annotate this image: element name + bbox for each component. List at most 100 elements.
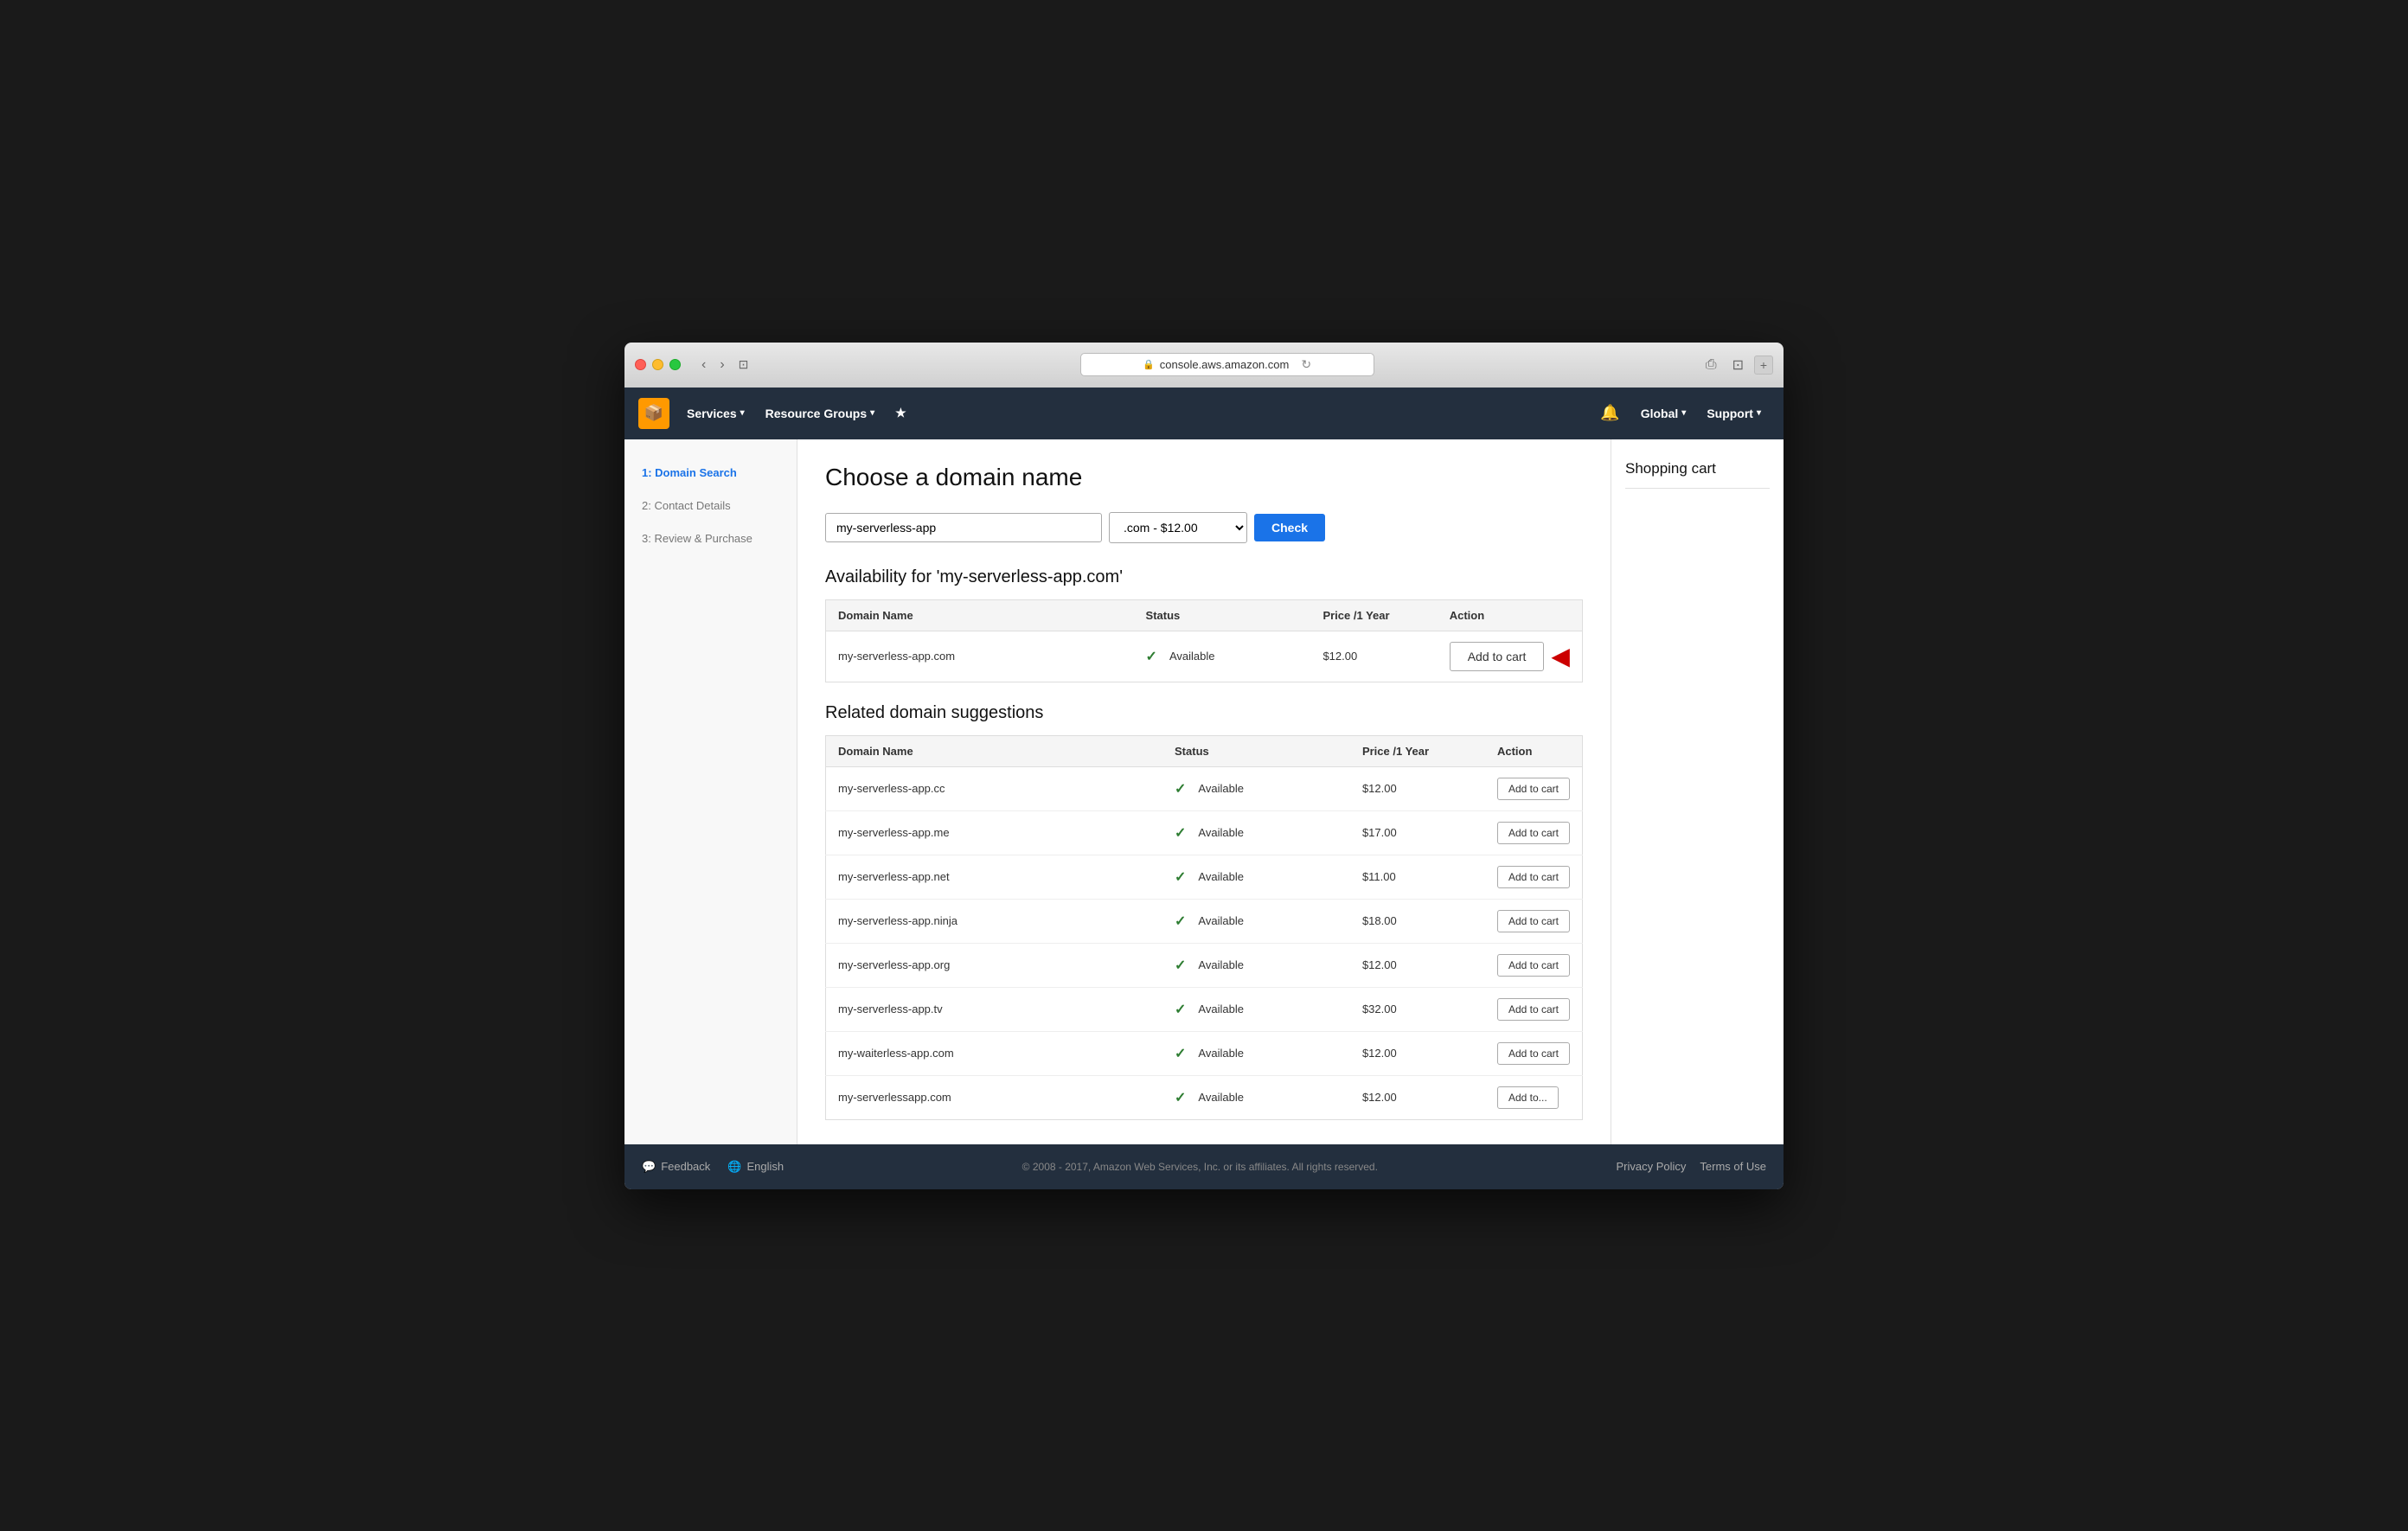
- table-row: my-waiterless-app.com ✓ Available $12.00…: [826, 1031, 1583, 1075]
- check-icon-5: ✓: [1175, 1001, 1186, 1018]
- sidebar-item-domain-search[interactable]: 1: Domain Search: [624, 457, 797, 490]
- check-icon-7: ✓: [1175, 1089, 1186, 1106]
- refresh-icon[interactable]: ↻: [1301, 357, 1311, 372]
- suggestion-domain-5: my-serverless-app.tv: [826, 987, 1163, 1031]
- globe-icon: 🌐: [727, 1160, 741, 1174]
- feedback-label: Feedback: [661, 1160, 710, 1173]
- add-to-cart-button-1[interactable]: Add to cart: [1497, 822, 1570, 844]
- sidebar-item-review-purchase[interactable]: 3: Review & Purchase: [624, 522, 797, 555]
- add-to-cart-button-4[interactable]: Add to cart: [1497, 954, 1570, 977]
- suggestion-action-3: Add to cart: [1485, 899, 1583, 943]
- services-menu[interactable]: Services ▾: [676, 388, 755, 439]
- add-to-cart-button-6[interactable]: Add to cart: [1497, 1042, 1570, 1065]
- pin-button[interactable]: ★: [885, 388, 917, 439]
- fullscreen-button[interactable]: ⊡: [1727, 355, 1749, 375]
- availability-section-title: Availability for 'my-serverless-app.com': [825, 567, 1583, 587]
- suggestion-status-0: Available: [1198, 782, 1244, 795]
- check-icon-4: ✓: [1175, 957, 1186, 974]
- table-row: my-serverlessapp.com ✓ Available $12.00 …: [826, 1075, 1583, 1119]
- check-icon: ✓: [1146, 648, 1157, 665]
- status-cell: ✓ Available: [1146, 648, 1299, 665]
- availability-table-body: my-serverless-app.com ✓ Available $12.00: [826, 631, 1583, 682]
- col-header-action: Action: [1438, 599, 1583, 631]
- suggestion-price-5: $32.00: [1350, 987, 1485, 1031]
- suggestion-action-6: Add to cart: [1485, 1031, 1583, 1075]
- availability-domain-name: my-serverless-app.com: [826, 631, 1134, 682]
- language-button[interactable]: 🌐 English: [727, 1160, 784, 1174]
- suggestion-domain-4: my-serverless-app.org: [826, 943, 1163, 987]
- suggestion-status-cell-4: ✓ Available: [1162, 943, 1350, 987]
- search-row: .com - $12.00 Check: [825, 512, 1583, 543]
- footer-left: 💬 Feedback 🌐 English: [642, 1160, 784, 1174]
- browser-actions: ⎙ ⊡ +: [1700, 355, 1773, 375]
- suggestion-status-2: Available: [1198, 870, 1244, 883]
- close-button[interactable]: [635, 359, 646, 370]
- suggestions-table-header-row: Domain Name Status Price /1 Year Action: [826, 735, 1583, 766]
- sidebar: 1: Domain Search 2: Contact Details 3: R…: [624, 439, 797, 1144]
- availability-status-cell: ✓ Available: [1134, 631, 1311, 682]
- resource-groups-chevron: ▾: [870, 408, 874, 418]
- suggestion-status-cell-6: ✓ Available: [1162, 1031, 1350, 1075]
- suggestion-action-1: Add to cart: [1485, 810, 1583, 855]
- main-wrapper: 1: Domain Search 2: Contact Details 3: R…: [624, 439, 1784, 1189]
- notifications-button[interactable]: 🔔: [1591, 388, 1628, 439]
- availability-table-head: Domain Name Status Price /1 Year Action: [826, 599, 1583, 631]
- add-to-cart-button-0[interactable]: Add to cart: [1497, 778, 1570, 800]
- forward-button[interactable]: ›: [714, 356, 729, 375]
- suggestion-domain-3: my-serverless-app.ninja: [826, 899, 1163, 943]
- maximize-button[interactable]: [669, 359, 681, 370]
- suggestion-status-5: Available: [1198, 1003, 1244, 1015]
- suggestions-section-title: Related domain suggestions: [825, 703, 1583, 723]
- suggestion-status-3: Available: [1198, 914, 1244, 927]
- feedback-button[interactable]: 💬 Feedback: [642, 1160, 710, 1174]
- check-button[interactable]: Check: [1254, 514, 1325, 541]
- col-header-status: Status: [1134, 599, 1311, 631]
- table-row: my-serverless-app.ninja ✓ Available $18.…: [826, 899, 1583, 943]
- global-menu[interactable]: Global ▾: [1632, 388, 1695, 439]
- check-icon-3: ✓: [1175, 913, 1186, 930]
- privacy-policy-link[interactable]: Privacy Policy: [1617, 1160, 1687, 1173]
- suggestion-price-6: $12.00: [1350, 1031, 1485, 1075]
- minimize-button[interactable]: [652, 359, 663, 370]
- lock-icon: 🔒: [1143, 359, 1155, 370]
- suggestion-domain-0: my-serverless-app.cc: [826, 766, 1163, 810]
- english-label: English: [746, 1160, 784, 1173]
- footer: 💬 Feedback 🌐 English © 2008 - 2017, Amaz…: [624, 1144, 1784, 1189]
- suggestion-status-1: Available: [1198, 826, 1244, 839]
- back-button[interactable]: ‹: [696, 356, 711, 375]
- sidebar-item-contact-details[interactable]: 2: Contact Details: [624, 490, 797, 522]
- footer-copyright: © 2008 - 2017, Amazon Web Services, Inc.…: [784, 1161, 1616, 1173]
- global-label: Global: [1641, 407, 1679, 420]
- suggestion-domain-7: my-serverlessapp.com: [826, 1075, 1163, 1119]
- new-tab-button[interactable]: +: [1754, 356, 1773, 375]
- suggestion-domain-6: my-waiterless-app.com: [826, 1031, 1163, 1075]
- suggestion-status-cell-3: ✓ Available: [1162, 899, 1350, 943]
- table-row: my-serverless-app.cc ✓ Available $12.00 …: [826, 766, 1583, 810]
- domain-search-input[interactable]: [825, 513, 1102, 542]
- page-title: Choose a domain name: [825, 464, 1583, 491]
- suggestion-action-7: Add to...: [1485, 1075, 1583, 1119]
- address-bar[interactable]: 🔒 console.aws.amazon.com ↻: [1080, 353, 1374, 376]
- resource-groups-menu[interactable]: Resource Groups ▾: [755, 388, 886, 439]
- add-to-cart-button-7[interactable]: Add to...: [1497, 1086, 1559, 1109]
- add-to-cart-button-3[interactable]: Add to cart: [1497, 910, 1570, 932]
- suggestions-section: Related domain suggestions Domain Name S…: [825, 703, 1583, 1120]
- tld-select[interactable]: .com - $12.00: [1109, 512, 1247, 543]
- nav-buttons: ‹ › ⊡: [696, 356, 753, 375]
- support-chevron: ▾: [1757, 408, 1761, 418]
- add-to-cart-button-5[interactable]: Add to cart: [1497, 998, 1570, 1021]
- aws-logo[interactable]: 📦: [638, 398, 669, 429]
- check-icon-6: ✓: [1175, 1045, 1186, 1062]
- footer-right: Privacy Policy Terms of Use: [1617, 1160, 1767, 1173]
- window-button[interactable]: ⊡: [733, 356, 754, 375]
- terms-of-use-link[interactable]: Terms of Use: [1700, 1160, 1766, 1173]
- support-menu[interactable]: Support ▾: [1698, 388, 1770, 439]
- add-to-cart-main-button[interactable]: Add to cart: [1450, 642, 1545, 671]
- suggestion-status-cell-7: ✓ Available: [1162, 1075, 1350, 1119]
- check-icon-1: ✓: [1175, 824, 1186, 842]
- aws-topnav: 📦 Services ▾ Resource Groups ▾ ★ 🔔 Globa…: [624, 388, 1784, 439]
- add-to-cart-button-2[interactable]: Add to cart: [1497, 866, 1570, 888]
- address-bar-container: 🔒 console.aws.amazon.com ↻: [762, 353, 1691, 376]
- share-button[interactable]: ⎙: [1700, 356, 1722, 375]
- availability-status-text: Available: [1169, 650, 1215, 663]
